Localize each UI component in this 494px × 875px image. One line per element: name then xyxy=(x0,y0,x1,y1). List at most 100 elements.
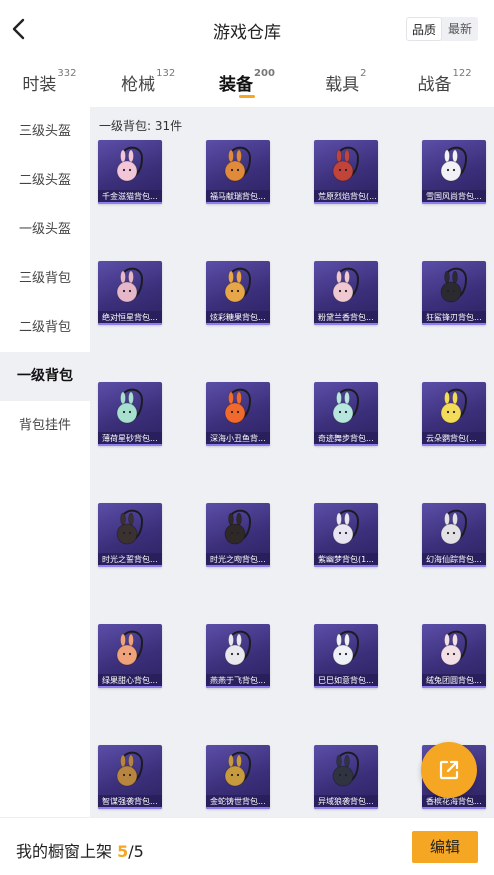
quality-bar xyxy=(206,686,270,688)
quality-bar xyxy=(314,202,378,204)
cloud-backpack-icon xyxy=(440,388,468,424)
item-grid: 千金滋猫背包... 福马献瑞背包... 荒原烈焰背包(... 雪国风尚背包... 绝对恒… xyxy=(98,140,486,809)
quality-bar xyxy=(206,202,270,204)
category-tabs: 时装332 枪械132 装备200 载具2 战备122 xyxy=(0,60,494,106)
bunny-backpack-icon xyxy=(332,267,360,303)
purple-bunny-backpack-icon xyxy=(332,509,360,545)
quality-bar xyxy=(98,565,162,567)
backpack-item[interactable]: 智谋强袭背包... xyxy=(98,745,162,809)
header: 游戏仓库 品质 最新 xyxy=(0,0,494,58)
clock-backpack-icon xyxy=(224,509,252,545)
backpack-item[interactable]: 异域狼袭背包... xyxy=(314,745,378,809)
snow-backpack-icon xyxy=(440,146,468,182)
wolf-backpack-icon xyxy=(332,751,360,787)
fruit-backpack-icon xyxy=(116,630,144,666)
share-button[interactable] xyxy=(421,742,477,798)
horse-backpack-icon xyxy=(224,146,252,182)
quality-bar xyxy=(98,202,162,204)
quality-bar xyxy=(422,565,486,567)
section-title: 一级背包: 31件 xyxy=(99,119,183,133)
rabbit-backpack-icon xyxy=(332,146,360,182)
quality-bar xyxy=(314,807,378,809)
quality-bar xyxy=(206,807,270,809)
backpack-item[interactable]: 福马献瑞背包... xyxy=(206,140,270,204)
item-list-panel: 一级背包: 31件 千金滋猫背包... 福马献瑞背包... 荒原烈焰背包(... 雪国… xyxy=(90,107,494,817)
shelf-total-count: /5 xyxy=(128,842,144,861)
fox-backpack-icon xyxy=(116,751,144,787)
sidebar-item-backpack-lv3[interactable]: 三级背包 xyxy=(0,254,90,303)
backpack-item[interactable]: 奇迹舞步背包... xyxy=(314,382,378,446)
shelf-status: 我的橱窗上架 5/5 xyxy=(16,838,144,862)
quality-bar xyxy=(98,323,162,325)
quality-bar xyxy=(206,444,270,446)
backpack-item[interactable]: 燕燕于飞背包... xyxy=(206,624,270,688)
sidebar-item-helmet-lv3[interactable]: 三级头盔 xyxy=(0,107,90,156)
bottom-bar: 我的橱窗上架 5/5 编辑 xyxy=(0,817,494,875)
sidebar-item-backpack-lv1[interactable]: 一级背包 xyxy=(0,352,90,401)
shelf-current-count: 5 xyxy=(117,842,129,861)
sidebar-item-helmet-lv1[interactable]: 一级头盔 xyxy=(0,205,90,254)
shark-backpack-icon xyxy=(440,267,468,303)
backpack-item[interactable]: 炫彩糖果背包... xyxy=(206,261,270,325)
sort-latest-button[interactable]: 最新 xyxy=(442,17,478,41)
sidebar-item-backpack-pendant[interactable]: 背包挂件 xyxy=(0,401,90,450)
backpack-item[interactable]: 荒原烈焰背包(... xyxy=(314,140,378,204)
backpack-item[interactable]: 时光之吻背包... xyxy=(206,503,270,567)
backpack-item[interactable]: 薄荷星砂背包... xyxy=(98,382,162,446)
quality-bar xyxy=(98,444,162,446)
dance-backpack-icon xyxy=(332,388,360,424)
quality-bar xyxy=(206,323,270,325)
sidebar-item-helmet-lv2[interactable]: 二级头盔 xyxy=(0,156,90,205)
active-tab-indicator xyxy=(238,95,255,98)
quality-bar xyxy=(314,565,378,567)
edit-button[interactable]: 编辑 xyxy=(412,831,478,863)
mint-backpack-icon xyxy=(116,388,144,424)
quality-bar xyxy=(206,565,270,567)
sort-quality-button[interactable]: 品质 xyxy=(406,17,442,41)
share-icon xyxy=(439,760,459,780)
quality-bar xyxy=(314,444,378,446)
cup-backpack-icon xyxy=(116,267,144,303)
backpack-item[interactable]: 云朵鹦背包(... xyxy=(422,382,486,446)
quality-bar xyxy=(422,202,486,204)
clownfish-backpack-icon xyxy=(224,388,252,424)
sidebar-item-backpack-lv2[interactable]: 二级背包 xyxy=(0,303,90,352)
plush-bunny-backpack-icon xyxy=(440,630,468,666)
quality-bar xyxy=(314,686,378,688)
backpack-item[interactable]: 紫幽梦背包(1... xyxy=(314,503,378,567)
golden-snake-backpack-icon xyxy=(224,751,252,787)
shelf-label: 我的橱窗上架 xyxy=(16,842,113,861)
quality-bar xyxy=(422,686,486,688)
quality-bar xyxy=(422,323,486,325)
swallow-backpack-icon xyxy=(224,630,252,666)
tab-equipment[interactable]: 装备200 xyxy=(198,60,297,106)
quality-bar xyxy=(422,444,486,446)
tab-fashion[interactable]: 时装332 xyxy=(0,60,99,106)
backpack-item[interactable]: 金蛇铸世背包... xyxy=(206,745,270,809)
backpack-item[interactable]: 时光之誓背包... xyxy=(98,503,162,567)
shell-backpack-icon xyxy=(440,509,468,545)
cat-backpack-icon xyxy=(116,146,144,182)
tab-vehicles[interactable]: 载具2 xyxy=(296,60,395,106)
backpack-item[interactable]: 绝对恒星背包... xyxy=(98,261,162,325)
clock-backpack-icon xyxy=(116,509,144,545)
sort-toggle: 品质 最新 xyxy=(406,17,478,41)
backpack-item[interactable]: 幻海仙踪背包... xyxy=(422,503,486,567)
donut-backpack-icon xyxy=(224,267,252,303)
sidebar: 三级头盔 二级头盔 一级头盔 三级背包 二级背包 一级背包 背包挂件 xyxy=(0,107,90,817)
tab-weapons[interactable]: 枪械132 xyxy=(99,60,198,106)
backpack-item[interactable]: 千金滋猫背包... xyxy=(98,140,162,204)
backpack-item[interactable]: 粉黛兰香背包... xyxy=(314,261,378,325)
tab-supplies[interactable]: 战备122 xyxy=(395,60,494,106)
backpack-item[interactable]: 绿果甜心背包... xyxy=(98,624,162,688)
backpack-item[interactable]: 雪国风尚背包... xyxy=(422,140,486,204)
snake-backpack-icon xyxy=(332,630,360,666)
quality-bar xyxy=(98,807,162,809)
quality-bar xyxy=(98,686,162,688)
backpack-item[interactable]: 狂鲨锋刃背包... xyxy=(422,261,486,325)
quality-bar xyxy=(314,323,378,325)
backpack-item[interactable]: 绒兔团圆背包... xyxy=(422,624,486,688)
quality-bar xyxy=(422,807,486,809)
backpack-item[interactable]: 巳巳如意背包... xyxy=(314,624,378,688)
backpack-item[interactable]: 深海小丑鱼背... xyxy=(206,382,270,446)
